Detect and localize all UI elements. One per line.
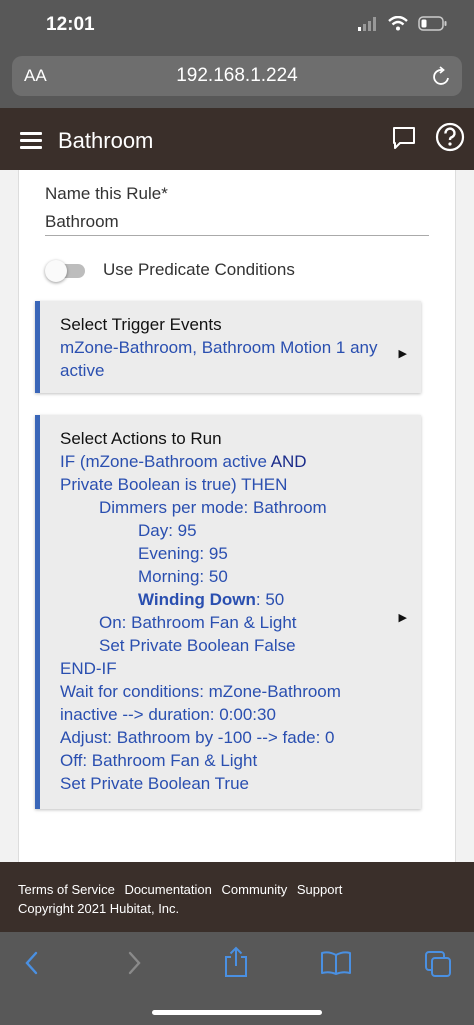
- rule-name-input[interactable]: [45, 208, 429, 236]
- share-icon: [225, 946, 247, 977]
- reload-button[interactable]: [432, 65, 452, 92]
- bookmarks-button[interactable]: [320, 950, 352, 981]
- documentation-link[interactable]: Documentation: [124, 882, 211, 897]
- action-line: Evening: 95: [138, 544, 228, 563]
- share-button[interactable]: [222, 946, 250, 983]
- help-icon: [435, 122, 465, 152]
- menu-icon[interactable]: [20, 132, 42, 153]
- action-line: On: Bathroom Fan & Light: [99, 613, 297, 632]
- terms-link[interactable]: Terms of Service: [18, 882, 115, 897]
- chat-icon: [393, 127, 415, 149]
- trigger-text: active: [60, 361, 105, 380]
- battery-icon: [418, 16, 447, 31]
- action-line: inactive --> duration: 0:00:30: [60, 705, 276, 724]
- action-line: Morning: 50: [138, 567, 228, 586]
- signal-icon: [358, 16, 376, 31]
- action-and-keyword: AND: [270, 452, 307, 471]
- action-line: Dimmers per mode: Bathroom: [99, 498, 327, 517]
- copyright: Copyright 2021 Hubitat, Inc.: [18, 901, 180, 916]
- action-line: Set Private Boolean True: [60, 774, 250, 793]
- actions-section[interactable]: Select Actions to Run IF (mZone-Bathroom…: [35, 415, 421, 809]
- back-button[interactable]: [22, 950, 42, 981]
- actions-section-title: Select Actions to Run: [60, 429, 222, 448]
- site-footer: Terms of Service Documentation Community…: [0, 862, 474, 932]
- expand-arrow-icon: ▶: [398, 348, 407, 360]
- home-indicator: [152, 1010, 322, 1015]
- trigger-section-title: Select Trigger Events: [60, 315, 222, 334]
- browser-top-chrome: 12:01 AA 192.168.1.224: [0, 0, 474, 108]
- action-line: IF (mZone-Bathroom active AND: [60, 450, 381, 473]
- action-line: Adjust: Bathroom by -100 --> fade: 0: [60, 728, 335, 747]
- page-title: Bathroom: [58, 128, 154, 153]
- current-mode-value: : 50: [255, 590, 285, 609]
- tabs-button[interactable]: [424, 950, 452, 983]
- action-line: END-IF: [60, 659, 117, 678]
- help-button[interactable]: [434, 121, 466, 158]
- app-header: Bathroom: [0, 108, 474, 170]
- book-icon: [321, 951, 351, 975]
- chevron-left-icon: [25, 951, 38, 975]
- status-icons: [358, 16, 448, 31]
- action-line: Set Private Boolean False: [99, 636, 296, 655]
- action-line: Winding Down: 50: [60, 588, 381, 611]
- expand-arrow-icon: ▶: [398, 612, 407, 624]
- wifi-icon: [388, 16, 408, 31]
- action-line: Wait for conditions: mZone-Bathroom: [60, 682, 341, 701]
- forward-button[interactable]: [124, 950, 144, 981]
- feedback-button[interactable]: [390, 124, 418, 157]
- action-line: Day: 95: [138, 521, 197, 540]
- chevron-right-icon: [128, 951, 141, 975]
- address-bar[interactable]: AA 192.168.1.224: [12, 56, 462, 96]
- predicate-toggle-label: Use Predicate Conditions: [103, 260, 295, 279]
- rule-editor: Name this Rule* Use Predicate Conditions…: [18, 170, 456, 862]
- predicate-toggle[interactable]: [45, 260, 85, 282]
- url-text: 192.168.1.224: [176, 65, 298, 86]
- current-mode-label: Winding Down: [138, 590, 256, 609]
- support-link[interactable]: Support: [297, 882, 343, 897]
- action-if-text: IF (mZone-Bathroom active: [60, 452, 271, 471]
- tabs-icon: [425, 951, 451, 977]
- footer-links: Terms of Service Documentation Community…: [18, 880, 456, 899]
- rule-name-label: Name this Rule*: [45, 184, 168, 203]
- status-time: 12:01: [46, 14, 95, 35]
- action-line: Off: Bathroom Fan & Light: [60, 751, 258, 770]
- trigger-text: mZone-Bathroom, Bathroom Motion 1 any: [60, 338, 378, 357]
- trigger-events-section[interactable]: Select Trigger Events mZone-Bathroom, Ba…: [35, 301, 421, 393]
- community-link[interactable]: Community: [222, 882, 288, 897]
- action-line: Private Boolean is true) THEN: [60, 475, 288, 494]
- reload-icon: [433, 66, 449, 85]
